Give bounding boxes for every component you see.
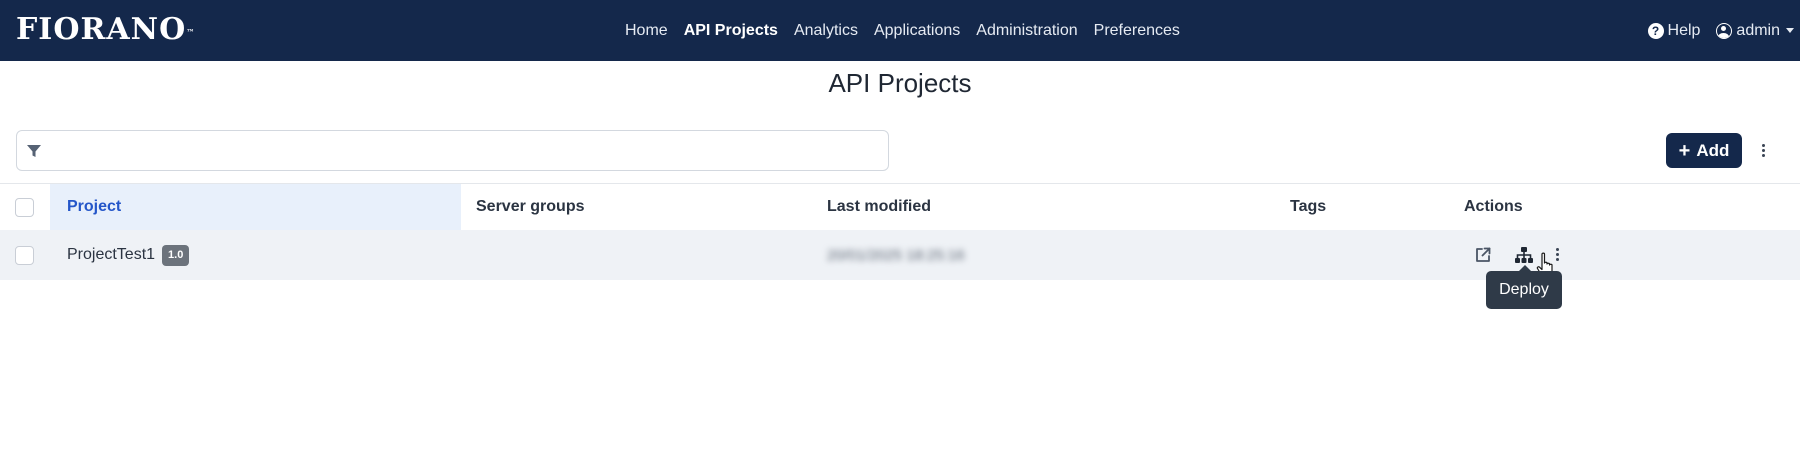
nav-applications[interactable]: Applications bbox=[874, 22, 960, 40]
deploy-tooltip: Deploy bbox=[1486, 265, 1562, 309]
nav-api-projects[interactable]: API Projects bbox=[684, 22, 778, 40]
caret-down-icon bbox=[1786, 28, 1794, 33]
row-more-icon[interactable] bbox=[1552, 244, 1562, 264]
select-all-checkbox[interactable] bbox=[15, 198, 34, 217]
page-title: API Projects bbox=[828, 68, 972, 98]
column-header-last-modified[interactable]: Last modified bbox=[827, 184, 931, 230]
question-circle-icon: ? bbox=[1647, 22, 1664, 39]
plus-icon: + bbox=[1678, 139, 1691, 162]
top-navbar: Fiorano™ Home API Projects Analytics App… bbox=[0, 0, 1800, 61]
help-link[interactable]: ? Help bbox=[1647, 21, 1701, 40]
nav-analytics[interactable]: Analytics bbox=[794, 22, 858, 40]
toolbar-more-icon[interactable] bbox=[1757, 140, 1769, 160]
project-name[interactable]: ProjectTest1 bbox=[67, 246, 155, 264]
add-button[interactable]: + Add bbox=[1666, 133, 1742, 168]
fiorano-logo[interactable]: Fiorano™ bbox=[16, 14, 195, 46]
main-nav: Home API Projects Analytics Applications… bbox=[625, 0, 1180, 61]
column-header-tags[interactable]: Tags bbox=[1290, 184, 1326, 230]
nav-home[interactable]: Home bbox=[625, 22, 668, 40]
last-modified-cell: 20/01/2025 18:25:16 bbox=[827, 246, 965, 264]
nav-preferences[interactable]: Preferences bbox=[1094, 22, 1180, 40]
row-checkbox[interactable] bbox=[15, 246, 34, 265]
project-cell: ProjectTest1 1.0 bbox=[67, 230, 190, 280]
help-label: Help bbox=[1667, 21, 1701, 39]
nav-administration[interactable]: Administration bbox=[976, 22, 1077, 40]
logo-trademark: ™ bbox=[186, 27, 196, 37]
logo-text: Fiorano bbox=[16, 12, 187, 47]
column-header-actions: Actions bbox=[1464, 198, 1523, 215]
user-label: admin bbox=[1736, 21, 1780, 39]
filter-input[interactable] bbox=[53, 137, 879, 165]
user-circle-icon bbox=[1716, 22, 1733, 39]
add-button-label: Add bbox=[1696, 140, 1730, 160]
sitemap-icon[interactable] bbox=[1514, 246, 1534, 264]
user-menu[interactable]: admin bbox=[1716, 22, 1794, 40]
version-badge: 1.0 bbox=[162, 244, 190, 266]
column-header-project[interactable]: Project bbox=[67, 184, 121, 230]
filter-box[interactable] bbox=[16, 130, 889, 171]
nav-right: ? Help admin bbox=[1647, 0, 1794, 61]
external-link-icon[interactable] bbox=[1474, 246, 1492, 264]
column-header-server-groups[interactable]: Server groups bbox=[476, 184, 584, 230]
table-header: Project Server groups Last modified Tags… bbox=[0, 184, 1800, 230]
funnel-icon bbox=[27, 145, 41, 157]
